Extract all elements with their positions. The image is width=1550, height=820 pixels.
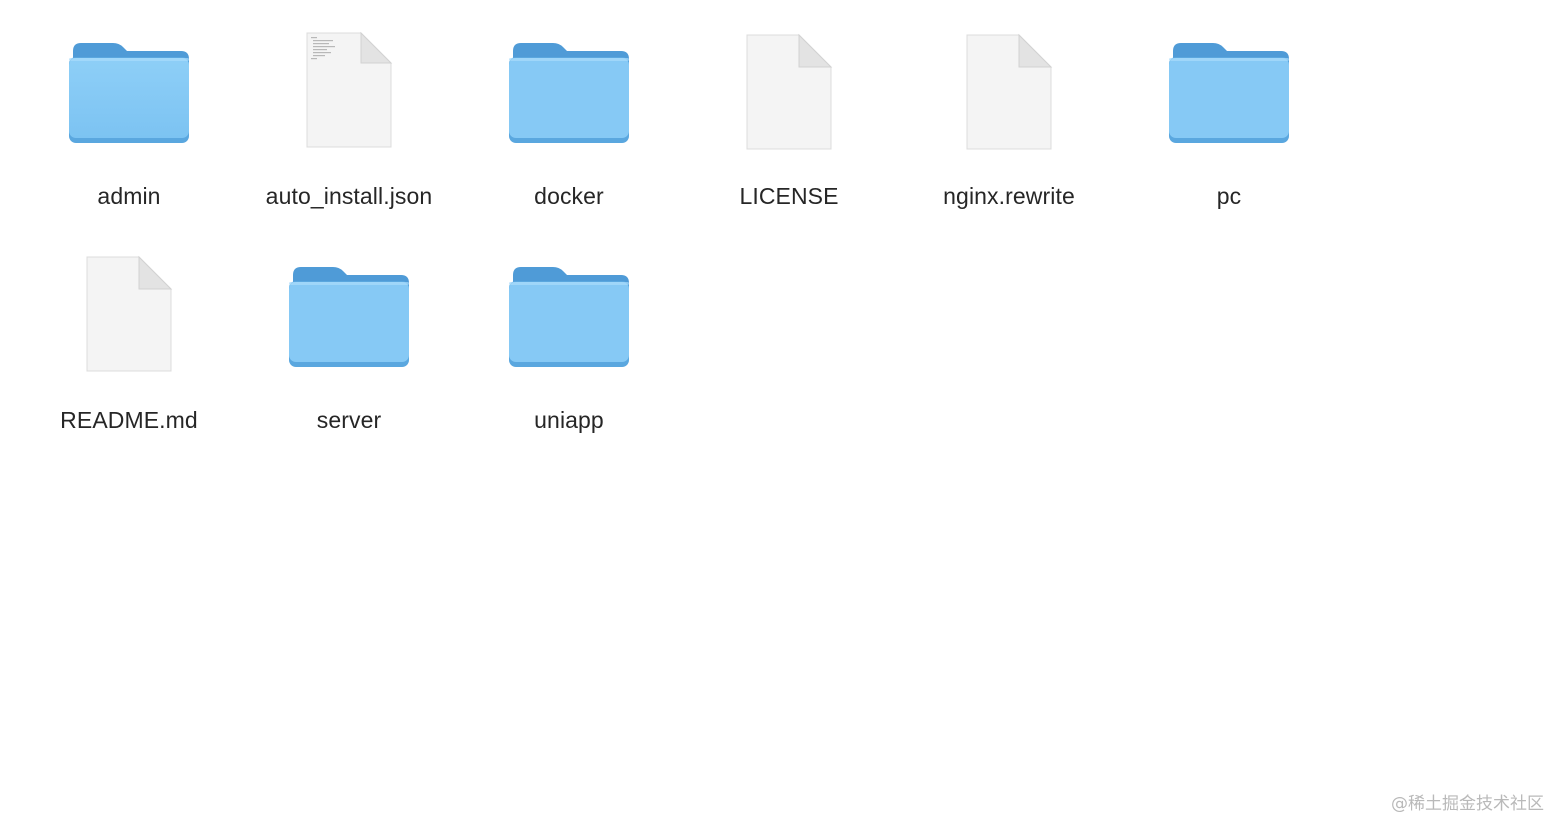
file-name-label: admin <box>97 183 161 209</box>
file-item-server[interactable]: server <box>239 267 459 477</box>
file-item-admin[interactable]: admin <box>19 43 239 253</box>
finder-icon-view: admin auto_install.json docker LICENSE n… <box>0 0 1550 820</box>
file-item-uniapp[interactable]: uniapp <box>459 267 679 477</box>
folder-icon <box>509 267 629 367</box>
file-name-label: pc <box>1216 183 1242 209</box>
document-icon <box>86 255 173 372</box>
file-item-pc[interactable]: pc <box>1119 43 1339 253</box>
file-name-label: server <box>316 407 382 433</box>
file-item-auto-install-json[interactable]: auto_install.json <box>239 31 459 253</box>
document-icon <box>746 33 833 150</box>
file-item-license[interactable]: LICENSE <box>679 33 899 253</box>
folder-icon <box>1169 43 1289 143</box>
watermark-text: @稀土掘金技术社区 <box>1391 794 1544 814</box>
file-name-label: uniapp <box>534 407 604 433</box>
folder-icon <box>289 267 409 367</box>
document-icon <box>966 33 1053 150</box>
file-item-docker[interactable]: docker <box>459 43 679 253</box>
file-item-readme-md[interactable]: README.md <box>19 255 239 477</box>
json-document-icon <box>306 31 393 148</box>
file-item-nginx-rewrite[interactable]: nginx.rewrite <box>899 33 1119 253</box>
file-name-label: docker <box>534 183 604 209</box>
file-name-label: nginx.rewrite <box>943 183 1075 209</box>
file-name-label: auto_install.json <box>265 183 433 209</box>
folder-icon <box>69 43 189 143</box>
file-name-label: LICENSE <box>739 183 839 209</box>
folder-icon <box>509 43 629 143</box>
file-name-label: README.md <box>60 407 198 433</box>
